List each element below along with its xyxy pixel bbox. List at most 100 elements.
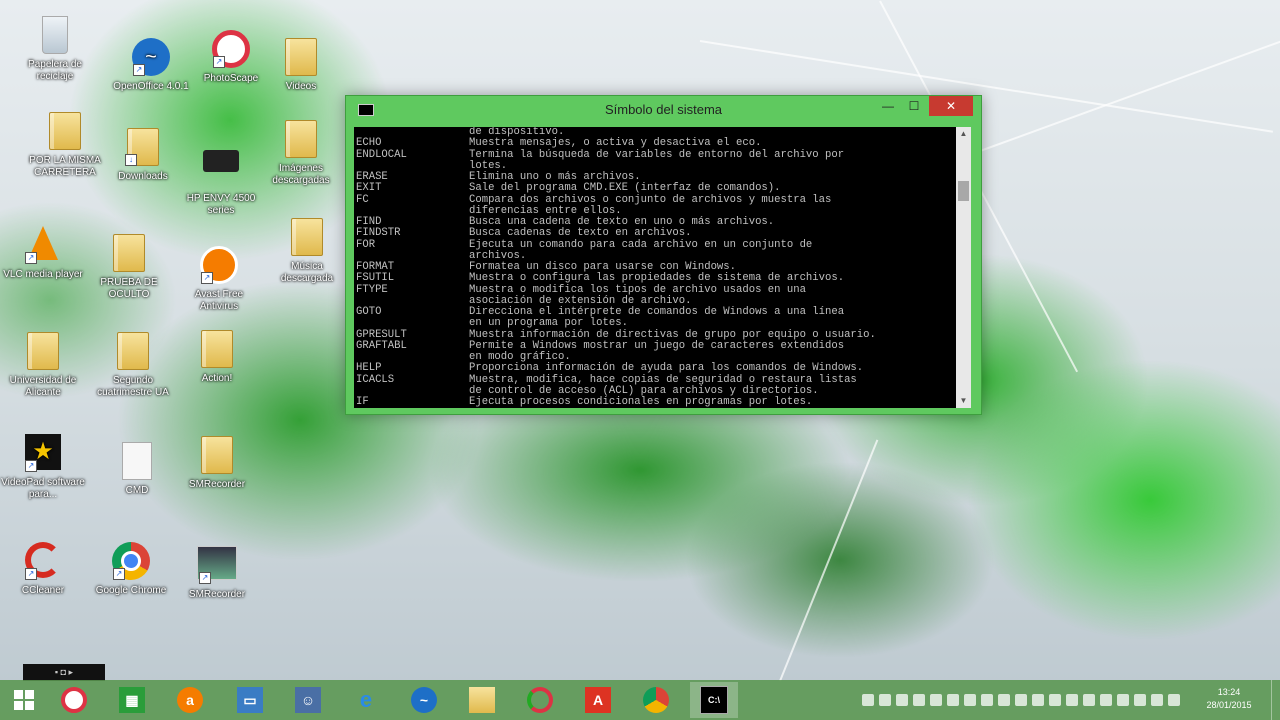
recycle-bin-icon bbox=[35, 16, 75, 56]
taskbar-chrome[interactable] bbox=[632, 682, 680, 718]
desktop-icon-label: SMRecorder bbox=[188, 479, 246, 490]
desktop-icon-chrome[interactable]: ↗ Google Chrome bbox=[88, 542, 174, 597]
tray-icon[interactable] bbox=[947, 694, 959, 706]
tray-icon[interactable] bbox=[1151, 694, 1163, 706]
scroll-down-icon[interactable]: ▼ bbox=[956, 394, 971, 408]
taskbar-photoscape-2[interactable] bbox=[516, 682, 564, 718]
taskbar-monitor[interactable]: ▭ bbox=[226, 682, 274, 718]
preview-tooltip: ▪ ◘ ▸ bbox=[23, 664, 105, 681]
chrome-icon bbox=[643, 687, 669, 713]
desktop-icon-label: Avast Free Antivirus bbox=[194, 289, 244, 312]
tray-icon[interactable] bbox=[1032, 694, 1044, 706]
taskbar-people[interactable]: ☺ bbox=[284, 682, 332, 718]
desktop-icon-recycle-bin[interactable]: Papelera de reciclaje bbox=[12, 14, 98, 83]
desktop-icon-universidad[interactable]: Universidad de Alicante bbox=[0, 330, 86, 399]
console-description: Direcciona el intérprete de comandos de … bbox=[469, 306, 845, 318]
tray-icon[interactable] bbox=[1049, 694, 1061, 706]
maximize-button[interactable]: ☐ bbox=[901, 96, 927, 116]
desktop-icon-smrecorder[interactable]: ↗ SMRecorder bbox=[174, 542, 260, 601]
desktop-icon-videos[interactable]: Videos bbox=[258, 36, 344, 93]
desktop-icon-cmd[interactable]: CMD bbox=[94, 440, 180, 497]
minimize-button[interactable]: — bbox=[875, 96, 901, 116]
console-command: FSUTIL bbox=[356, 272, 395, 285]
desktop-icon-label: Google Chrome bbox=[95, 585, 167, 596]
desktop-icon-label: Action! bbox=[201, 373, 233, 384]
console-line: FC Compara dos archivos o conjunto de arc… bbox=[356, 194, 956, 206]
desktop-icon-printer[interactable]: HP ENVY 4500 series bbox=[178, 140, 264, 217]
taskbar-store[interactable]: ▦ bbox=[108, 682, 156, 718]
folder-icon bbox=[281, 38, 321, 78]
console-command: HELP bbox=[356, 362, 382, 375]
taskbar-command-prompt[interactable]: C:\ bbox=[690, 682, 738, 718]
clock-time: 13:24 bbox=[1217, 687, 1241, 697]
console-line: GOTO Direcciona el intérprete de comandos… bbox=[356, 306, 956, 318]
tray-icon[interactable] bbox=[1168, 694, 1180, 706]
desktop-icon-ccleaner[interactable]: ↗ CCleaner bbox=[0, 542, 86, 597]
folder-icon bbox=[197, 436, 237, 476]
monitor-icon: ▭ bbox=[237, 687, 263, 713]
console-description: Ejecuta un comando para cada archivo en … bbox=[469, 238, 813, 251]
desktop-icon-label: CCleaner bbox=[21, 585, 65, 596]
desktop-icon-musica[interactable]: Música descargada bbox=[264, 216, 350, 285]
tray-icon[interactable] bbox=[998, 694, 1010, 706]
tray-icon[interactable] bbox=[862, 694, 874, 706]
console-output[interactable]: de dispositivo. ECHO Muestra mensajes, o a… bbox=[354, 127, 956, 408]
tray-icon[interactable] bbox=[1117, 694, 1129, 706]
tray-icon[interactable] bbox=[879, 694, 891, 706]
tray-icon[interactable] bbox=[964, 694, 976, 706]
console-line: GRAFTABL Permite a Windows mostrar un jue… bbox=[356, 340, 956, 352]
taskbar-openoffice[interactable]: ~ bbox=[400, 682, 448, 718]
vlc-icon: ↗ bbox=[23, 226, 63, 266]
console-description: Proporciona información de ayuda para lo… bbox=[469, 362, 864, 375]
vertical-scrollbar[interactable]: ▲ ▼ bbox=[956, 127, 971, 408]
console-command: ENDLOCAL bbox=[356, 148, 407, 161]
console-line: ENDLOCAL Termina la búsqueda de variables… bbox=[356, 148, 956, 161]
tray-icon[interactable] bbox=[1100, 694, 1112, 706]
close-button[interactable]: ✕ bbox=[929, 96, 973, 116]
console-description: Elimina uno o más archivos. bbox=[469, 171, 641, 183]
taskbar-acrobat[interactable]: A bbox=[574, 682, 622, 718]
command-prompt-window[interactable]: Símbolo del sistema — ☐ ✕ de dispositivo… bbox=[345, 95, 982, 415]
tray-icon[interactable] bbox=[913, 694, 925, 706]
desktop-icon-prueba-oculto[interactable]: PRUEBA DE OCULTO bbox=[86, 232, 172, 301]
light-streak bbox=[979, 40, 1280, 152]
taskbar-avast[interactable]: a bbox=[166, 682, 214, 718]
taskbar-internet-explorer[interactable]: e bbox=[342, 682, 390, 718]
tray-icon[interactable] bbox=[896, 694, 908, 706]
desktop-icon-openoffice[interactable]: ~ ↗ OpenOffice 4.0.1 bbox=[108, 38, 194, 93]
start-button[interactable] bbox=[0, 682, 48, 718]
scroll-up-icon[interactable]: ▲ bbox=[956, 127, 971, 141]
scrollbar-thumb[interactable] bbox=[958, 181, 969, 201]
desktop-icon-imagenes[interactable]: Imágenes descargadas bbox=[258, 118, 344, 187]
taskbar-clock[interactable]: 13:24 28/01/2015 bbox=[1203, 686, 1255, 712]
desktop-icon-label: Downloads bbox=[118, 171, 168, 182]
desktop-icon-videopad[interactable]: ★ ↗ VideoPad software para... bbox=[0, 432, 86, 501]
desktop-icon-vlc[interactable]: ↗ VLC media player bbox=[0, 224, 86, 281]
desktop-icon-segundo-cuatrimestre[interactable]: Segundo cuatrimestre UA bbox=[90, 330, 176, 399]
folder-icon bbox=[113, 332, 153, 372]
clock-date: 28/01/2015 bbox=[1206, 700, 1252, 710]
tray-icon[interactable] bbox=[1083, 694, 1095, 706]
videopad-icon: ★ ↗ bbox=[23, 434, 63, 474]
taskbar-photoscape[interactable] bbox=[50, 682, 98, 718]
tray-icon[interactable] bbox=[981, 694, 993, 706]
tray-icon[interactable] bbox=[1015, 694, 1027, 706]
desktop-icon-label: POR LA MISMA CARRETERA bbox=[29, 155, 101, 178]
desktop-icon-downloads[interactable]: ↓ Downloads bbox=[100, 126, 186, 183]
smrecorder-icon: ↗ bbox=[197, 546, 237, 586]
desktop-icon-label: HP ENVY 4500 series bbox=[186, 193, 256, 216]
photoscape-icon bbox=[527, 687, 553, 713]
people-icon: ☺ bbox=[295, 687, 321, 713]
desktop-icon-folder-carretera[interactable]: POR LA MISMA CARRETERA bbox=[22, 110, 108, 179]
window-titlebar[interactable]: Símbolo del sistema — ☐ ✕ bbox=[346, 96, 981, 122]
desktop-icon-avast[interactable]: ↗ Avast Free Antivirus bbox=[176, 246, 262, 313]
desktop-icon-smrecorder-folder[interactable]: SMRecorder bbox=[174, 434, 260, 491]
desktop-icon-label: Música descargada bbox=[280, 261, 334, 284]
tray-icon[interactable] bbox=[930, 694, 942, 706]
tray-icon[interactable] bbox=[1134, 694, 1146, 706]
tray-icon[interactable] bbox=[1066, 694, 1078, 706]
show-desktop-button[interactable] bbox=[1271, 680, 1280, 720]
acrobat-icon: A bbox=[585, 687, 611, 713]
desktop-icon-action[interactable]: Action! bbox=[174, 328, 260, 385]
taskbar-file-explorer[interactable] bbox=[458, 682, 506, 718]
